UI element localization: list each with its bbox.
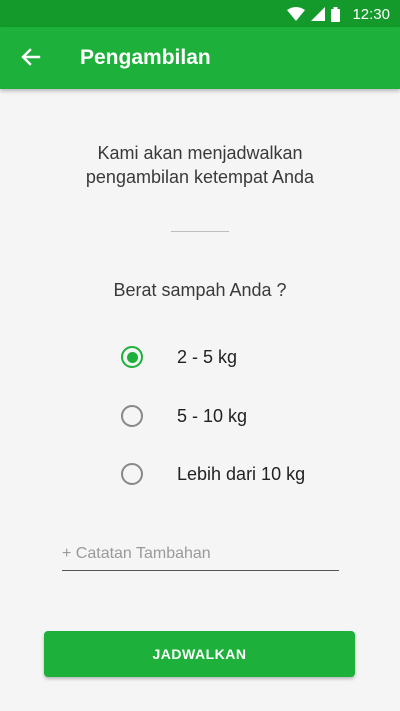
battery-icon	[331, 6, 341, 22]
divider	[171, 231, 229, 232]
status-bar: 12:30	[0, 0, 400, 27]
weight-option-label: 5 - 10 kg	[177, 405, 248, 426]
status-icons: 12:30	[287, 4, 390, 24]
main-content: Kami akan menjadwalkan pengambilan ketem…	[0, 89, 400, 711]
notes-input[interactable]	[62, 537, 339, 571]
wifi-icon	[287, 7, 306, 21]
weight-option-2-5kg[interactable]: 2 - 5 kg	[121, 344, 237, 370]
app-bar: Pengambilan	[0, 27, 400, 89]
radio-button[interactable]	[121, 346, 143, 368]
cell-signal-icon	[311, 7, 326, 21]
weight-option-label: Lebih dari 10 kg	[177, 463, 306, 484]
intro-line-1: Kami akan menjadwalkan	[97, 143, 303, 163]
intro-text: Kami akan menjadwalkan pengambilan ketem…	[0, 141, 400, 189]
weight-option-5-10kg[interactable]: 5 - 10 kg	[121, 403, 247, 429]
schedule-button[interactable]: JADWALKAN	[44, 631, 355, 677]
weight-question: Berat sampah Anda ?	[113, 280, 287, 300]
radio-button[interactable]	[121, 405, 143, 427]
back-button[interactable]	[14, 42, 48, 76]
page-title: Pengambilan	[80, 46, 211, 69]
status-time: 12:30	[352, 5, 390, 23]
weight-option-over-10kg[interactable]: Lebih dari 10 kg	[121, 461, 305, 487]
radio-button[interactable]	[121, 463, 143, 485]
weight-option-label: 2 - 5 kg	[177, 346, 238, 367]
arrow-left-icon	[21, 47, 41, 72]
intro-line-2: pengambilan ketempat Anda	[85, 167, 315, 187]
